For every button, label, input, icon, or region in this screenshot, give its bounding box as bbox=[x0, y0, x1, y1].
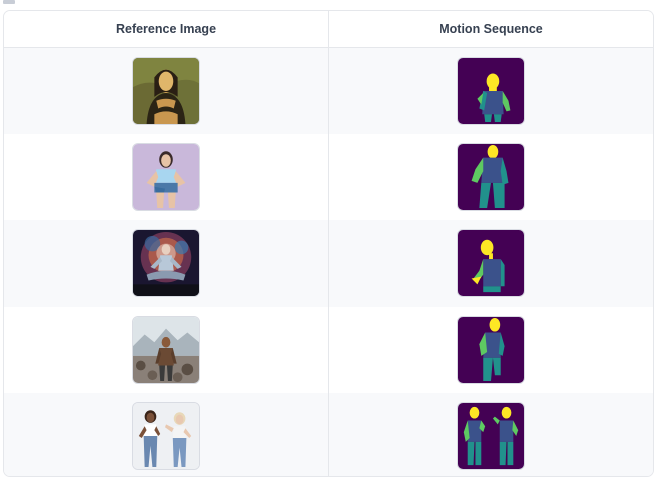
reference-image-header: Reference Image bbox=[4, 11, 329, 48]
reference-image-cell bbox=[4, 220, 329, 306]
two-women-dancing-image[interactable] bbox=[132, 402, 200, 471]
motion-sequence-cell bbox=[328, 306, 653, 394]
motion-sequence-cell bbox=[328, 393, 653, 476]
table-row[interactable] bbox=[4, 393, 653, 476]
examples-table: Reference Image Motion Sequence bbox=[4, 11, 653, 476]
mona-lisa-portrait-image[interactable] bbox=[132, 56, 200, 125]
man-standing-mountains-image[interactable] bbox=[132, 315, 200, 384]
motion-sequence-header: Motion Sequence bbox=[328, 11, 653, 48]
table-header-row: Reference Image Motion Sequence bbox=[4, 11, 653, 48]
reference-image-cell bbox=[4, 134, 329, 220]
single-figure-pose-segmentation-image[interactable] bbox=[457, 315, 525, 384]
motion-sequence-cell bbox=[328, 220, 653, 307]
table-row[interactable] bbox=[4, 220, 653, 307]
woman-hands-on-hips-image[interactable] bbox=[132, 143, 200, 212]
single-figure-pose-segmentation-image[interactable] bbox=[457, 143, 525, 212]
reference-image-cell bbox=[4, 393, 329, 476]
single-figure-pose-segmentation-image[interactable] bbox=[457, 229, 525, 298]
meditating-figure-cosmic-image[interactable] bbox=[132, 229, 200, 298]
table-row[interactable] bbox=[4, 47, 653, 134]
gallery-table: Reference Image Motion Sequence bbox=[3, 10, 654, 477]
two-figure-pose-segmentation-image[interactable] bbox=[457, 402, 525, 471]
table-row[interactable] bbox=[4, 306, 653, 394]
reference-image-cell bbox=[4, 307, 329, 393]
motion-sequence-cell bbox=[328, 133, 653, 221]
motion-sequence-cell bbox=[328, 47, 653, 134]
reference-image-cell bbox=[4, 48, 329, 134]
collapse-toggle-icon[interactable] bbox=[3, 0, 15, 4]
table-row[interactable] bbox=[4, 133, 653, 221]
single-figure-pose-segmentation-image[interactable] bbox=[457, 56, 525, 125]
top-strip bbox=[0, 0, 660, 10]
